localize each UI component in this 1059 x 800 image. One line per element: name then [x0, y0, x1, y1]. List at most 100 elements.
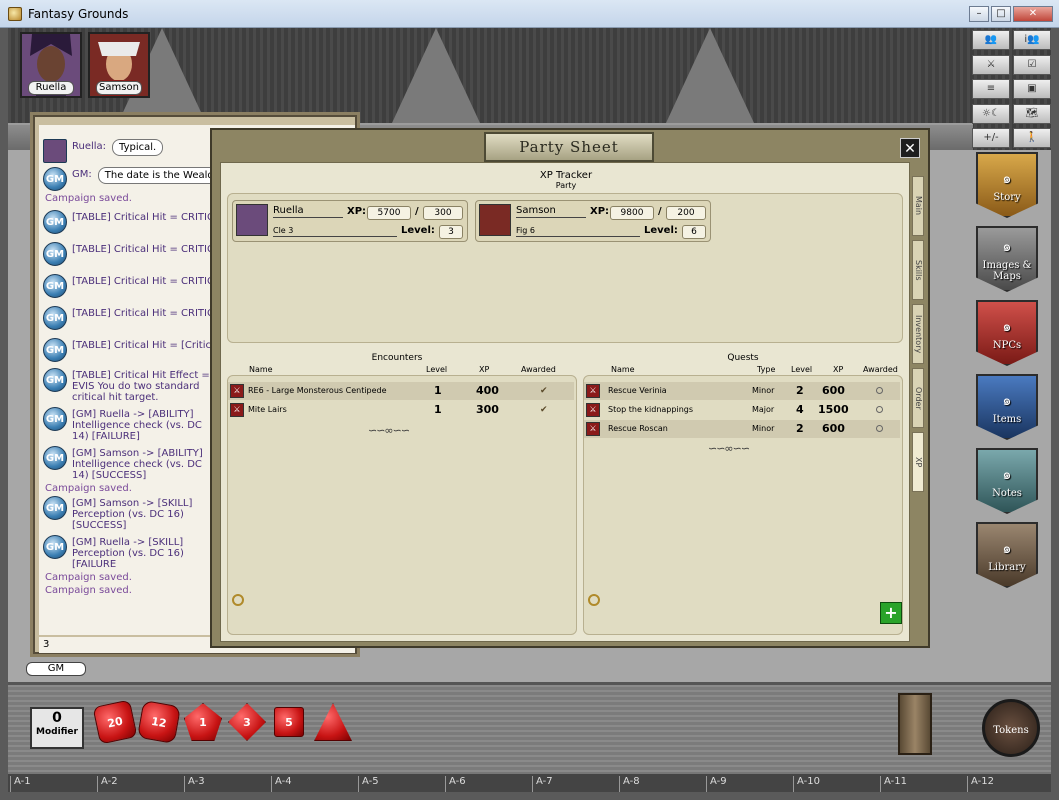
sidebar-label: Items [992, 413, 1022, 425]
swirl-icon: ๑ [1002, 540, 1012, 557]
portrait-samson[interactable]: Samson [88, 32, 150, 98]
portrait-ruella[interactable]: Ruella [20, 32, 82, 98]
chat-text: [GM] Ruella -> [ABILITY] Intelligence ch… [72, 409, 202, 442]
d8-die[interactable]: 3 [228, 703, 266, 741]
quests-list: ⚔ Rescue Verinia Minor 2 600 ⚔ Stop the … [583, 375, 903, 635]
flourish-ornament: ∽∽∞∽∽ [708, 442, 750, 455]
encounter-xp: 400 [476, 384, 499, 397]
encounter-awarded-checkbox[interactable]: ✔ [540, 401, 548, 419]
quest-icon: ⚔ [586, 422, 600, 436]
member-xp-next[interactable]: 300 [423, 206, 463, 220]
member-portrait [236, 204, 268, 236]
member-xp-next[interactable]: 200 [666, 206, 706, 220]
calendar-button[interactable]: ☼☾ [972, 103, 1010, 124]
encounter-row[interactable]: ⚔ Mite Lairs 1 300 ✔ [228, 401, 574, 419]
d20-die[interactable]: 20 [92, 699, 138, 745]
member-name: Ruella [273, 205, 343, 218]
sidebar-notes-button[interactable]: ๑ Notes [976, 448, 1038, 514]
quests-header-xp: XP [833, 365, 844, 374]
gm-icon: GM [43, 306, 67, 330]
swirl-icon: ๑ [1002, 392, 1012, 409]
tokens-button[interactable]: Tokens [982, 699, 1040, 757]
chat-identity[interactable]: GM [26, 662, 86, 676]
member-name: Samson [516, 205, 586, 218]
sidebar-items-button[interactable]: ๑ Items [976, 374, 1038, 440]
tables-button[interactable]: ≡ [972, 79, 1010, 100]
ruella-avatar-icon [43, 139, 67, 163]
quest-type: Minor [752, 386, 775, 395]
window-controls: – □ ✕ [969, 6, 1053, 22]
sidebar-label: NPCs [992, 339, 1022, 351]
party-sheet-body: XP Tracker Party Ruella Cle 3 XP: 5700 /… [220, 162, 910, 642]
portrait-name: Samson [96, 81, 142, 95]
encounter-name: RE6 - Large Monsterous Centipede [248, 386, 387, 395]
encounter-row[interactable]: ⚔ RE6 - Large Monsterous Centipede 1 400… [228, 382, 574, 400]
party-button[interactable]: 👥 [972, 30, 1010, 50]
quest-row[interactable]: ⚔ Rescue Verinia Minor 2 600 [584, 382, 900, 400]
quest-row[interactable]: ⚔ Rescue Roscan Minor 2 600 [584, 420, 900, 438]
map-button[interactable]: 🗺 [1013, 103, 1051, 124]
assets-button[interactable]: ▣ [1013, 79, 1051, 100]
swirl-icon: ๑ [1002, 239, 1012, 255]
modifier-label: Modifier [36, 727, 78, 737]
d12-die[interactable]: 12 [136, 699, 182, 745]
quest-name: Rescue Verinia [608, 386, 667, 395]
encounter-awarded-checkbox[interactable]: ✔ [540, 382, 548, 400]
xp-label: XP: [347, 206, 367, 217]
minimize-button[interactable]: – [969, 6, 989, 22]
search-icon[interactable] [588, 594, 600, 606]
sidebar-library-button[interactable]: ๑ Library [976, 522, 1038, 588]
gm-icon: GM [43, 338, 67, 362]
sidebar-story-button[interactable]: ๑ Story [976, 152, 1038, 218]
quest-awarded-radio[interactable] [876, 406, 883, 413]
checklist-button[interactable]: ☑ [1013, 54, 1051, 75]
flourish-ornament: ∽∽∞∽∽ [368, 424, 410, 437]
quest-row[interactable]: ⚔ Stop the kidnappings Major 4 1500 [584, 401, 900, 419]
tab-xp[interactable]: XP [912, 432, 924, 492]
level-label: Level: [644, 225, 678, 236]
sidebar-images-button[interactable]: ๑ Images & Maps [976, 226, 1038, 292]
dice-tower-icon[interactable] [898, 693, 932, 755]
quest-level: 2 [796, 422, 804, 435]
swirl-icon: ๑ [1002, 466, 1012, 483]
quest-awarded-radio[interactable] [876, 387, 883, 394]
level-label: Level: [401, 225, 435, 236]
party-sheet-window: Party Sheet ✕ XP Tracker Party Ruella Cl… [210, 128, 930, 648]
sidebar-label: Library [988, 561, 1026, 573]
d10-die[interactable]: 1 [184, 703, 222, 741]
modifier-value: 0 [52, 710, 62, 726]
search-icon[interactable] [232, 594, 244, 606]
close-button[interactable]: ✕ [1013, 6, 1053, 22]
add-button[interactable]: + [880, 602, 902, 624]
modifier-box[interactable]: 0 Modifier [30, 707, 84, 749]
encounters-header-xp: XP [479, 365, 490, 374]
xp-tracker-subtitle: Party [555, 181, 577, 190]
d6-die[interactable]: 5 [274, 707, 304, 737]
member-level[interactable]: 6 [682, 225, 706, 239]
sidebar-npcs-button[interactable]: ๑ NPCs [976, 300, 1038, 366]
maximize-button[interactable]: □ [991, 6, 1011, 22]
swirl-icon: ๑ [1002, 170, 1012, 187]
gm-icon: GM [43, 368, 67, 392]
title-bar: Fantasy Grounds – □ ✕ [0, 0, 1059, 28]
app-icon [8, 6, 22, 21]
grid-label: A-2 [97, 776, 118, 792]
tab-inventory[interactable]: Inventory [912, 304, 924, 364]
party-sheet-close-button[interactable]: ✕ [900, 138, 920, 158]
grid-label: A-3 [184, 776, 205, 792]
d4-die[interactable] [314, 703, 352, 741]
combat-tracker-button[interactable]: ⚔ [972, 54, 1010, 75]
tab-skills[interactable]: Skills [912, 240, 924, 300]
modifiers-button[interactable]: +/- [972, 128, 1010, 149]
member-samson: Samson Fig 6 XP: 9800 / 200 Level: 6 [475, 200, 711, 242]
member-xp[interactable]: 5700 [367, 206, 411, 220]
quest-awarded-radio[interactable] [876, 425, 883, 432]
member-xp[interactable]: 9800 [610, 206, 654, 220]
tab-order[interactable]: Order [912, 368, 924, 428]
tab-main[interactable]: Main [912, 176, 924, 236]
encounter-icon: ⚔ [230, 384, 244, 398]
character-button[interactable]: 🚶 [1013, 128, 1051, 149]
party-info-button[interactable]: i👥 [1013, 30, 1051, 50]
member-level[interactable]: 3 [439, 225, 463, 239]
encounter-level: 1 [434, 403, 442, 416]
